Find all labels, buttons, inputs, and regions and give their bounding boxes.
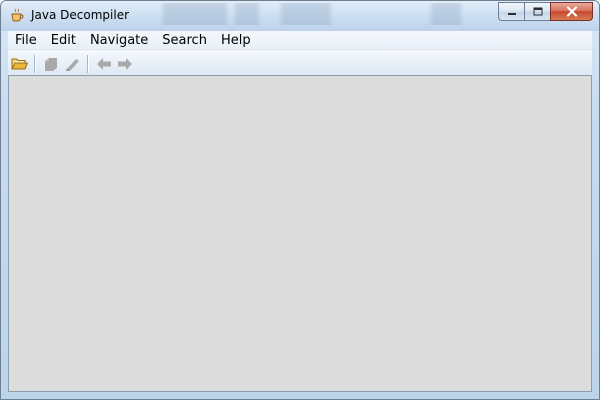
caption-buttons (498, 2, 593, 21)
maximize-button[interactable] (524, 2, 550, 21)
open-folder-icon (10, 58, 28, 70)
blurred-background (131, 3, 491, 25)
title-bar[interactable]: Java Decompiler (1, 1, 599, 31)
main-content-area[interactable] (8, 75, 592, 392)
menu-search[interactable]: Search (155, 31, 214, 51)
forward-button[interactable] (115, 54, 135, 74)
back-arrow-icon (97, 58, 111, 70)
open-button[interactable] (9, 54, 29, 74)
save-icon (45, 58, 57, 71)
save-button[interactable] (41, 54, 61, 74)
menu-help[interactable]: Help (214, 31, 258, 51)
edit-button[interactable] (62, 54, 82, 74)
toolbar (8, 51, 592, 76)
edit-pencil-icon (66, 59, 79, 71)
forward-arrow-icon (118, 58, 132, 70)
close-button[interactable] (550, 2, 593, 21)
maximize-icon (533, 7, 542, 16)
menu-edit[interactable]: Edit (44, 31, 83, 51)
app-window: Java Decompiler File Edit Navigate Searc… (0, 0, 600, 400)
back-button[interactable] (94, 54, 114, 74)
toolbar-separator (34, 55, 35, 73)
toolbar-separator-2 (87, 55, 88, 73)
minimize-button[interactable] (498, 2, 524, 21)
menu-file[interactable]: File (8, 31, 44, 51)
close-icon (566, 6, 577, 17)
window-title: Java Decompiler (31, 8, 130, 22)
coffee-cup-icon (11, 8, 24, 22)
minimize-icon (507, 12, 516, 15)
menu-navigate[interactable]: Navigate (83, 31, 155, 51)
menu-bar: File Edit Navigate Search Help (8, 31, 592, 51)
